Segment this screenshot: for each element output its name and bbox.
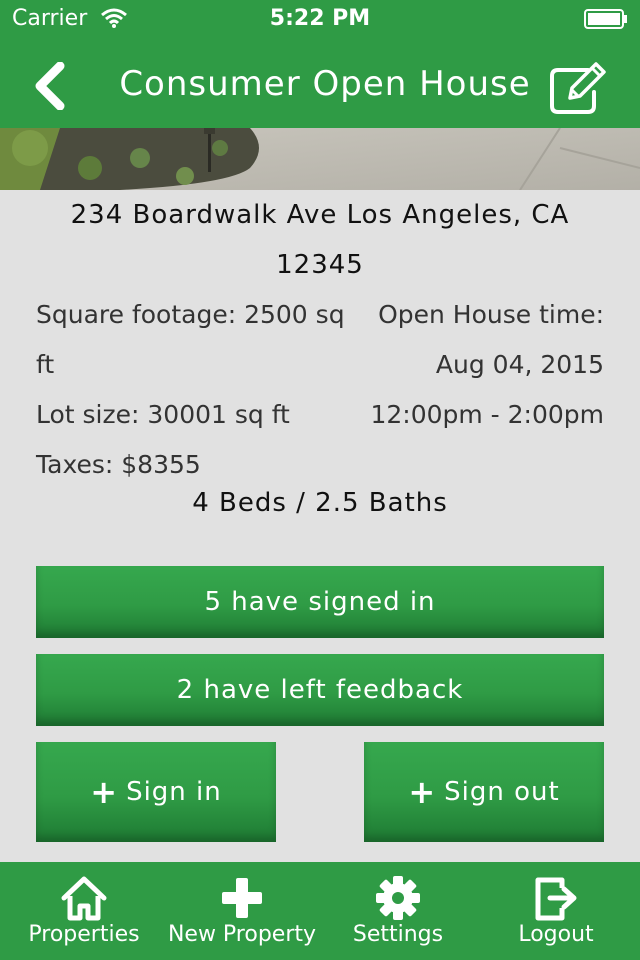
edit-icon[interactable] [548,62,608,114]
sign-out-button[interactable]: + Sign out [364,742,604,842]
plus-icon: + [408,773,437,811]
tab-settings-label: Settings [352,922,444,947]
property-photo [0,128,640,190]
gear-icon [376,876,420,920]
feedback-button[interactable]: 2 have left feedback [36,654,604,726]
sign-in-button[interactable]: + Sign in [36,742,276,842]
logout-icon [535,877,577,921]
beds-baths: 4 Beds / 2.5 Baths [192,488,448,518]
battery-icon [584,9,627,29]
signed-in-button[interactable]: 5 have signed in [36,566,604,638]
tab-settings[interactable]: Settings [318,862,478,960]
tab-logout[interactable]: Logout [476,862,636,960]
tab-new-property-label: New Property [167,922,317,947]
property-address: 234 Boardwalk Ave Los Angeles, CA 12345 [70,200,570,280]
tab-bar: Properties New Property Settings Logout [0,862,640,960]
sign-out-label: Sign out [444,777,560,807]
open-house-hours: 12:00pm - 2:00pm [370,400,604,429]
open-house-date: Aug 04, 2015 [435,350,604,379]
status-time: 5:22 PM [269,6,371,31]
lot-size: Lot size: 30001 sq ft [36,400,290,429]
square-footage: Square footage: 2500 sq ft [36,300,345,379]
plus-icon [222,878,262,918]
tab-new-property[interactable]: New Property [162,862,322,960]
open-house-label: Open House time: [378,300,604,329]
tab-logout-label: Logout [518,922,594,947]
sign-in-label: Sign in [126,777,222,807]
taxes: Taxes: $8355 [36,450,201,479]
status-bar: Carrier 5:22 PM [0,0,640,40]
page-title: Consumer Open House [119,64,531,104]
tab-properties[interactable]: Properties [4,862,164,960]
tab-properties-label: Properties [28,922,140,947]
home-icon [61,876,107,921]
plus-icon: + [90,773,119,811]
nav-bar: Consumer Open House [0,40,640,128]
feedback-label: 2 have left feedback [176,675,464,705]
signed-in-label: 5 have signed in [204,587,436,617]
chevron-left-icon[interactable] [30,62,70,110]
